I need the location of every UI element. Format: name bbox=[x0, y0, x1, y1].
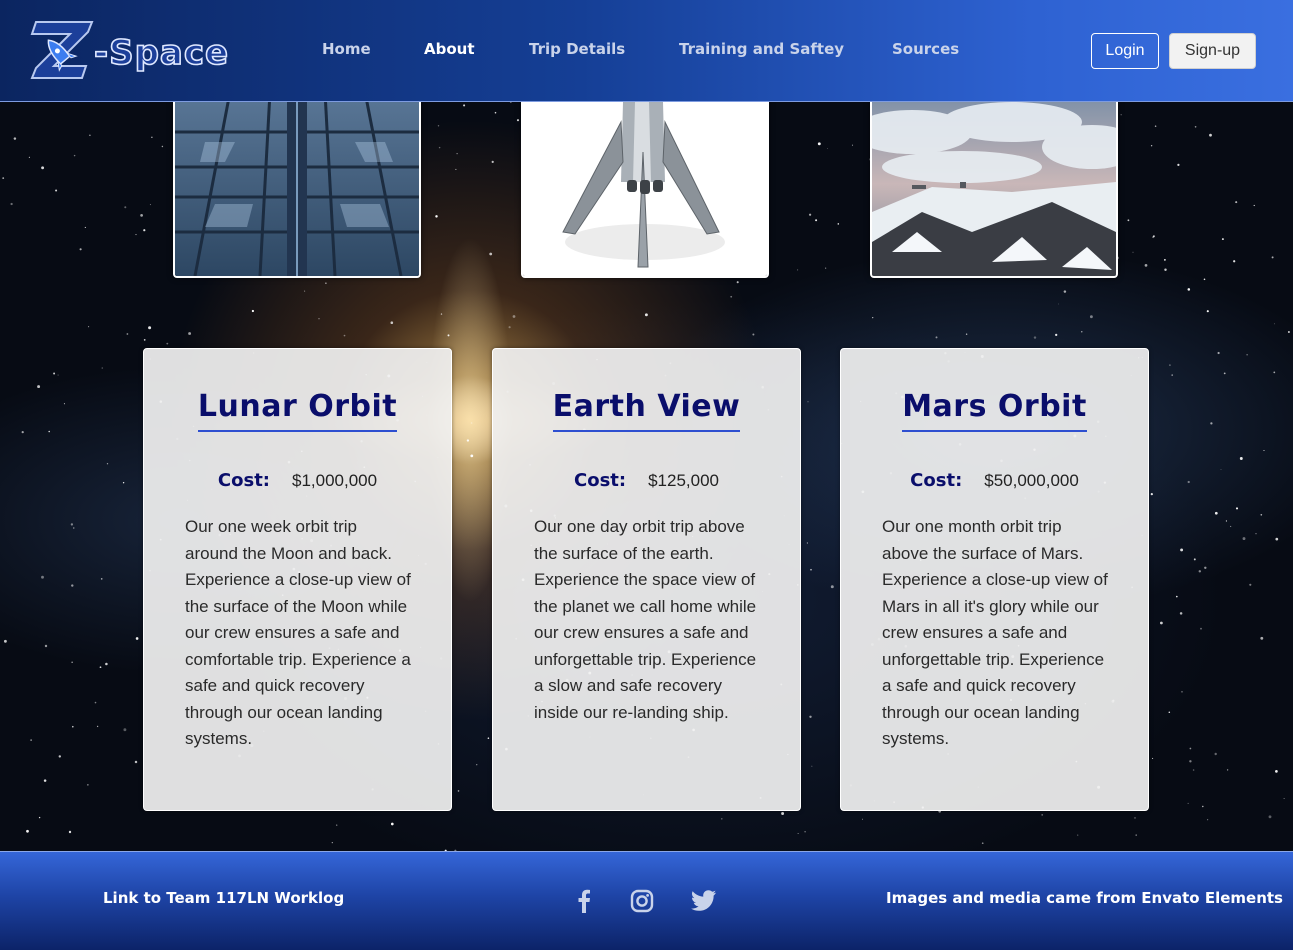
site-footer: Link to Team 117LN Worklog Images and me… bbox=[0, 851, 1293, 950]
space-corridor-image bbox=[173, 90, 421, 278]
trip-card-mars-orbit: Mars Orbit Cost: $50,000,000 Our one mon… bbox=[840, 348, 1149, 811]
trip-card-earth-view: Earth View Cost: $125,000 Our one day or… bbox=[492, 348, 801, 811]
card-title: Earth View bbox=[552, 389, 741, 432]
nav-home[interactable]: Home bbox=[322, 40, 371, 58]
instagram-icon[interactable] bbox=[628, 887, 656, 915]
site-header: -Space Home About Trip Details Training … bbox=[0, 0, 1293, 102]
cost-label: Cost: bbox=[574, 470, 627, 491]
cost-value: $50,000,000 bbox=[984, 471, 1079, 490]
site-logo[interactable]: -Space bbox=[30, 18, 240, 84]
nav-training-and-safety[interactable]: Training and Saftey bbox=[679, 40, 844, 58]
card-description: Our one week orbit trip around the Moon … bbox=[185, 517, 411, 748]
nav-trip-details[interactable]: Trip Details bbox=[529, 40, 625, 58]
card-description: Our one day orbit trip above the surface… bbox=[534, 517, 757, 722]
cost-value: $125,000 bbox=[648, 471, 719, 490]
mountain-landscape-image bbox=[870, 90, 1118, 278]
cost-value: $1,000,000 bbox=[292, 471, 378, 490]
cost-label: Cost: bbox=[217, 470, 270, 491]
twitter-icon[interactable] bbox=[690, 887, 718, 915]
login-button[interactable]: Login bbox=[1091, 33, 1159, 69]
facebook-icon[interactable] bbox=[570, 887, 598, 915]
signup-button[interactable]: Sign-up bbox=[1169, 33, 1256, 69]
worklog-link[interactable]: Link to Team 117LN Worklog bbox=[103, 889, 344, 907]
cost-label: Cost: bbox=[910, 470, 963, 491]
media-credits: Images and media came from Envato Elemen… bbox=[886, 889, 1283, 907]
card-description: Our one month orbit trip above the surfa… bbox=[882, 517, 1108, 748]
trip-card-lunar-orbit: Lunar Orbit Cost: $1,000,000 Our one wee… bbox=[143, 348, 452, 811]
nav-about[interactable]: About bbox=[424, 40, 475, 58]
card-title: Lunar Orbit bbox=[197, 389, 398, 432]
rocket-logo-icon: -Space bbox=[30, 21, 229, 79]
card-title: Mars Orbit bbox=[902, 389, 1087, 432]
rocket-image bbox=[521, 90, 769, 278]
nav-sources[interactable]: Sources bbox=[892, 40, 959, 58]
svg-text:-Space: -Space bbox=[94, 33, 229, 73]
